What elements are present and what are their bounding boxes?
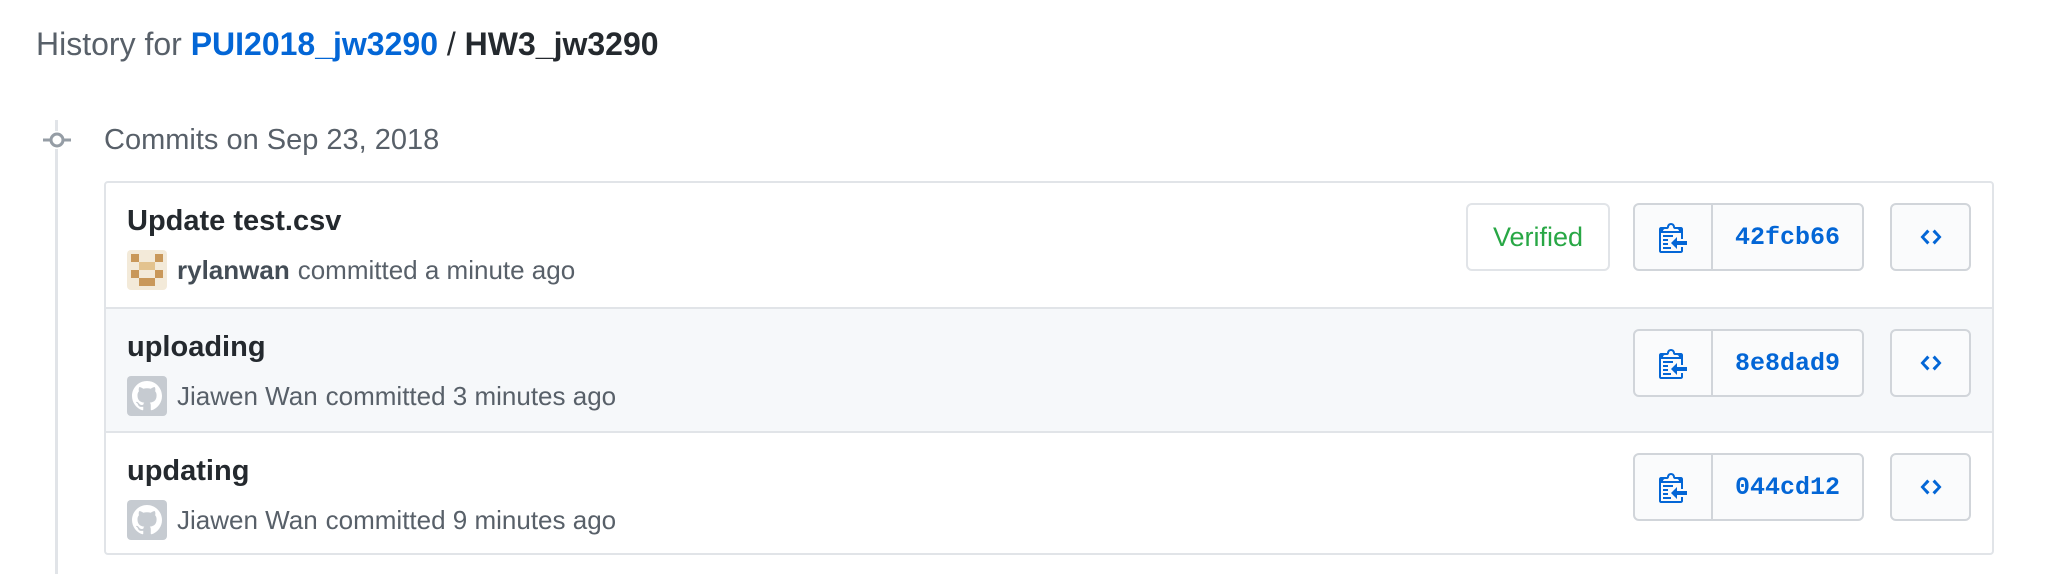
copy-sha-button[interactable] — [1635, 205, 1713, 269]
directory-name: HW3_jw3290 — [464, 26, 659, 62]
commit-sha-link[interactable]: 42fcb66 — [1713, 205, 1862, 269]
page-title: History for PUI2018_jw3290 / HW3_jw3290 — [36, 24, 659, 64]
repo-link[interactable]: PUI2018_jw3290 — [191, 26, 438, 62]
commit-time: committed a minute ago — [297, 254, 576, 285]
commit-history-page: History for PUI2018_jw3290 / HW3_jw3290 … — [0, 0, 2052, 574]
commit-title-link[interactable]: uploading — [127, 329, 266, 365]
copy-sha-button[interactable] — [1635, 331, 1713, 395]
clippy-icon — [1659, 473, 1687, 503]
browse-repo-button[interactable] — [1890, 453, 1971, 521]
clippy-icon — [1659, 223, 1687, 253]
commit-sha-group: 42fcb66 — [1633, 203, 1864, 271]
github-octocat-avatar[interactable] — [127, 500, 167, 540]
browse-repo-button[interactable] — [1890, 329, 1971, 397]
code-icon — [1920, 479, 1941, 495]
commit-meta: Jiawen Wan committed 9 minutes ago — [127, 499, 616, 541]
commit-author-name: Jiawen Wan — [177, 504, 318, 535]
commit-date-heading: Commits on Sep 23, 2018 — [104, 124, 440, 156]
path-separator: / — [446, 26, 456, 62]
commit-author-link[interactable]: rylanwan — [177, 255, 290, 286]
verified-badge[interactable]: Verified — [1466, 203, 1610, 271]
commit-sha-group: 8e8dad9 — [1633, 329, 1864, 397]
commit-meta: Jiawen Wan committed 3 minutes ago — [127, 375, 616, 417]
commit-meta: rylanwan committed a minute ago — [127, 249, 575, 291]
commit-row: updating Jiawen Wan committed 9 minutes … — [106, 431, 1992, 553]
browse-repo-button[interactable] — [1890, 203, 1971, 271]
commit-title-link[interactable]: updating — [127, 453, 249, 489]
commit-sha-group: 044cd12 — [1633, 453, 1864, 521]
github-octocat-avatar[interactable] — [127, 376, 167, 416]
commit-time: committed 3 minutes ago — [325, 380, 617, 411]
timeline-line — [55, 120, 58, 574]
commit-title-link[interactable]: Update test.csv — [127, 203, 341, 239]
commit-row: uploading Jiawen Wan committed 3 minutes… — [106, 307, 1992, 431]
commit-sha-link[interactable]: 044cd12 — [1713, 455, 1862, 519]
code-icon — [1920, 229, 1941, 245]
commit-sha-link[interactable]: 8e8dad9 — [1713, 331, 1862, 395]
commit-row: Update test.csv rylanwan committed a min… — [106, 183, 1992, 307]
title-prefix: History for — [36, 26, 182, 62]
commit-time: committed 9 minutes ago — [325, 504, 617, 535]
copy-sha-button[interactable] — [1635, 455, 1713, 519]
clippy-icon — [1659, 349, 1687, 379]
identicon-avatar[interactable] — [127, 250, 167, 290]
commit-author-name: Jiawen Wan — [177, 380, 318, 411]
commit-list: Update test.csv rylanwan committed a min… — [104, 181, 1994, 555]
commit-node-icon — [43, 131, 71, 149]
code-icon — [1920, 355, 1941, 371]
